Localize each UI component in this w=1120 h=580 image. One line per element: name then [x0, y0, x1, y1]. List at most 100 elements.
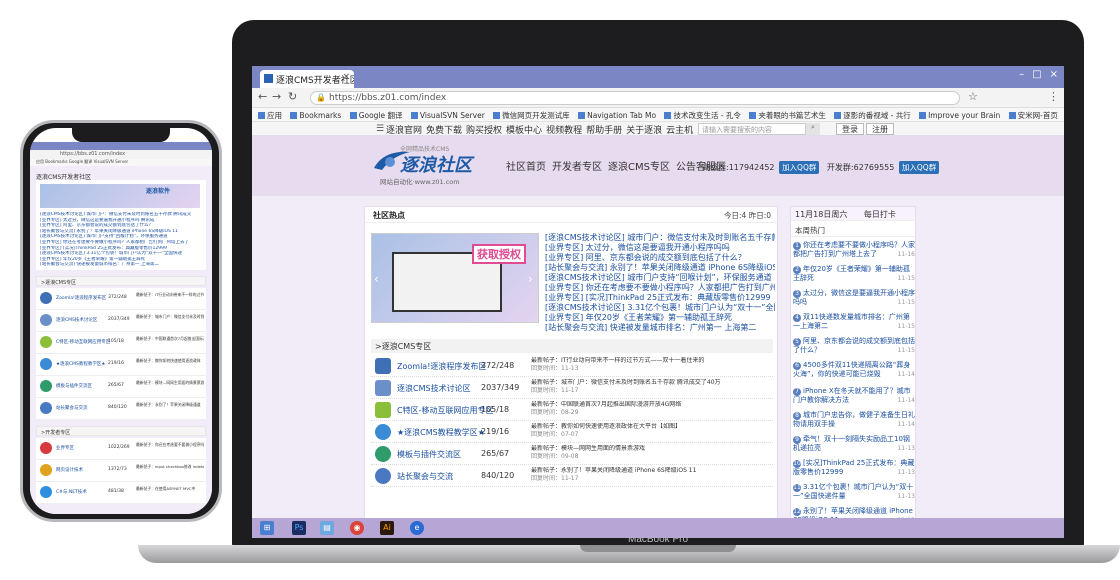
weekly-hot-item[interactable]: 6 4500多件双11快递隔离公路“葬身火海”，你的快递可能已烧毁 11-14	[793, 361, 915, 379]
login-button[interactable]: 登录	[836, 123, 864, 135]
topnav-link[interactable]: 云主机	[666, 126, 693, 136]
forum-name[interactable]: 模板与插件交流区	[397, 449, 461, 460]
weekly-hot-item[interactable]: 3 太过分，微信这是要逼我开通小程序吗吗 11-15	[793, 289, 915, 307]
phone-cms-section-header[interactable]: >逐浪CMS专区	[36, 276, 206, 286]
phone-hot-item[interactable]: [业界专区] 你还在考虑要不要做小程序吗？人家都把广告打到广州塔上去了	[40, 240, 202, 246]
reload-icon[interactable]: ↻	[288, 90, 297, 103]
chrome-icon[interactable]: ◉	[350, 521, 364, 535]
cms-section-header[interactable]: >逐浪CMS专区	[371, 339, 773, 353]
phone-forum-row[interactable]: 站长聚会与交流 840/120 最新帖子：永别了！苹果关闭降级通道	[36, 398, 206, 420]
topnav-link[interactable]: 购买授权	[466, 126, 502, 136]
hot-item[interactable]: [站长聚会与交流] 永别了！苹果关闭降级通道 iPhone 6S降级iOS 11	[545, 263, 775, 273]
forum-name[interactable]: 站长聚会与交流	[397, 471, 453, 482]
checkin-button[interactable]: 每日打卡	[864, 210, 896, 219]
nav-developer[interactable]: 开发者专区	[552, 162, 602, 173]
explorer-icon[interactable]: ▤	[320, 521, 334, 535]
browser-tab[interactable]: 逐浪CMS开发者社区 ×	[260, 70, 354, 88]
weekly-hot-item[interactable]: 7 iPhone X在冬天就不能用了？城市门户教你解决方法 11-14	[793, 387, 915, 405]
phone-url-bar[interactable]: https://bbs.z01.com/index	[30, 150, 212, 159]
bookmark-item[interactable]: 逐影的番视域 - 共行	[834, 110, 911, 121]
hot-item[interactable]: [业界专区] 年仅20岁《王者荣耀》第一辅助孤王辞死	[545, 313, 775, 323]
weekly-hot-item[interactable]: 11 3.31亿个包裹！城市门户认为“双十一”全国快递件量 11-13	[793, 483, 915, 501]
bookmark-item[interactable]: Improve your Brain	[919, 111, 1000, 120]
forum-name[interactable]: 逐浪CMS技术讨论区	[397, 383, 471, 394]
forum-row[interactable]: 站长聚会与交流 840/120 最新帖子：永别了！苹果关闭降级通道 iPhone…	[371, 465, 773, 487]
bookmark-item[interactable]: 安米网-首页	[1008, 110, 1058, 121]
bookmark-item[interactable]: 微信网页开发测试库	[493, 110, 570, 121]
hot-item[interactable]: [业界专区] [实况]ThinkPad 25正式发布：典藏版零售价12999	[545, 293, 775, 303]
phone-hot-item[interactable]: [站长聚会与交流] 快递被发量城市排名：广州第一 上海第二	[40, 262, 202, 268]
topnav-link[interactable]: 帮助手册	[586, 126, 622, 136]
forum-row[interactable]: 模板与插件交流区 265/67 最新帖子：模块—网网生用面的情景票游戏 回复时间：…	[371, 443, 773, 465]
topnav-link[interactable]: 视频教程	[546, 126, 582, 136]
nav-home[interactable]: 社区首页	[506, 162, 546, 173]
hot-item[interactable]: [业界专区] 你还在考虑要不要做小程序吗？人家都把广告打到广州塔上去了	[545, 283, 775, 293]
weekly-hot-item[interactable]: 10 [实况]ThinkPad 25正式发布：典藏版零售价12999 11-13	[793, 459, 915, 477]
bookmark-item[interactable]: Google 翻译	[349, 110, 403, 121]
site-search-input[interactable]: 请输入需要搜索的内容	[698, 123, 806, 135]
menu-icon[interactable]: ☰	[376, 124, 384, 134]
weekly-hot-item[interactable]: 8 城市门户忠告你，做健子准备生日礼物请用双手操 11-14	[793, 411, 915, 429]
weekly-hot-item[interactable]: 4 双11快递数发量城市排名：广州第一上海第二 11-15	[793, 313, 915, 331]
bookmark-item[interactable]: 应用	[258, 110, 282, 121]
forum-name[interactable]: C特区-移动互联网应用专区	[397, 405, 493, 416]
forum-row[interactable]: C特区-移动互联网应用专区 105/18 最新帖子：中国联通首次7月起推出国际漫…	[371, 399, 773, 421]
phone-banner[interactable]	[40, 184, 200, 208]
star-icon[interactable]: ☆	[968, 90, 978, 103]
url-input[interactable]: 🔒 https://bbs.z01.com/index	[310, 91, 960, 105]
hot-item[interactable]: [站长聚会与交流] 快递被发量城市排名：广州第一 上海第二	[545, 323, 775, 333]
forum-name[interactable]: Zoomla!逐浪程序发布区	[397, 361, 486, 372]
bookmark-item[interactable]: 技术改变生活 - 孔令	[664, 110, 741, 121]
hot-item[interactable]: [逐浪CMS技术讨论区] 3.31亿个包裹！城市门户认为“双十一”全国快递	[545, 303, 775, 313]
weekly-hot-item[interactable]: 1 你还在考虑要不要做小程序吗？人家都把广告打到广州塔上去了 11-16	[793, 241, 915, 259]
join-qq-button[interactable]: 加入QQ群	[898, 161, 940, 174]
minimize-icon[interactable]: –	[1019, 69, 1024, 80]
nav-cms[interactable]: 逐浪CMS专区	[608, 162, 670, 173]
forum-name[interactable]: ★逐浪CMS教程教学区★	[397, 427, 485, 438]
hot-item[interactable]: [逐浪CMS技术讨论区] 城市门户：微信支付未及时到账名五千存款 腾讯	[545, 233, 775, 243]
bookmark-item[interactable]: Navigation Tab Mo	[578, 111, 656, 120]
phone-forum-row[interactable]: C#与.NET技术 481/38 最新帖子：在使用ASP.NET MVC中	[36, 482, 206, 504]
ie-icon[interactable]: e	[410, 521, 424, 535]
join-qq-button[interactable]: 加入QQ群	[779, 161, 820, 174]
topnav-link[interactable]: 关于逐浪	[626, 126, 662, 136]
bookmark-item[interactable]: VisualSVN Server	[410, 111, 485, 120]
phone-forum-row[interactable]: Zoomla!逐浪程序发布区 372/248 最新帖子：IT行业动向带来不一样的过节…	[36, 288, 206, 310]
topnav-link[interactable]: 免费下载	[426, 126, 462, 136]
illustrator-icon[interactable]: Ai	[380, 521, 394, 535]
close-window-icon[interactable]: ×	[1050, 69, 1058, 80]
phone-forum-row[interactable]: 逐浪CMS技术讨论区2037/349最新帖子：城市门户：微信支付未及时到账名五千…	[36, 310, 206, 332]
forward-icon[interactable]: →	[272, 90, 281, 103]
weekly-hot-item[interactable]: 2 年仅20岁《王者荣耀》第一辅助孤王辞死 11-15	[793, 265, 915, 283]
hot-item[interactable]: [逐浪CMS技术讨论区] 城市门户支持“回喉计划”，环保服务通道	[545, 273, 775, 283]
phone-forum-row[interactable]: 网页设计技术 1372/73 最新帖子：input checkbox修改 indet…	[36, 460, 206, 482]
phone-forum-row[interactable]: ★逐浪CMS教程教学区★ 219/16 最新帖子：教你如何快速使用逐浪政体	[36, 354, 206, 376]
phone-forum-row[interactable]: C特区-移动互联网应用专区 105/18 最新帖子：中国联通首次7月起推出国际漫游	[36, 332, 206, 354]
search-icon[interactable]: ⌕	[806, 123, 820, 135]
tab-close-icon[interactable]: ×	[342, 72, 350, 82]
forum-row[interactable]: Zoomla!逐浪程序发布区 372/248 最新帖子：IT行业动向带来不一样的…	[371, 355, 773, 377]
hot-item[interactable]: [业界专区] 阿里、京东都会说的成交额到底包括了什么？	[545, 253, 775, 263]
topnav-link[interactable]: 逐浪官网	[386, 126, 422, 136]
site-logo[interactable]: 逐浪社区	[400, 151, 472, 177]
phone-dev-section-header[interactable]: >开发者专区	[36, 426, 206, 436]
bookmark-item[interactable]: 夹着眼的书篇艺术生	[749, 110, 826, 121]
banner-slider[interactable]: 获取授权 ‹ ›	[371, 233, 539, 323]
forum-row[interactable]: 逐浪CMS技术讨论区 2037/349 最新帖子：城市门户：微信支付未及时到账名…	[371, 377, 773, 399]
weekly-hot-item[interactable]: 5 阿里、京东都会说的成交额到底包括了什么？ 11-15	[793, 337, 915, 355]
phone-forum-row[interactable]: 模板与插件交流区 265/67 最新帖子：模块—网网生用面的情景票游戏	[36, 376, 206, 398]
start-icon[interactable]: ⊞	[260, 521, 274, 535]
register-button[interactable]: 注册	[866, 123, 894, 135]
photoshop-icon[interactable]: Ps	[292, 521, 306, 535]
phone-hot-item[interactable]: [逐浪CMS技术讨论区] 3.31亿个包裹！城市门户认为“双十一”全国快递	[40, 251, 202, 257]
slide-next-icon[interactable]: ›	[528, 272, 533, 286]
phone-forum-row[interactable]: 业界专区 1022/269 最新帖子：你还在考虑要不要做小程序吗	[36, 438, 206, 460]
bookmark-item[interactable]: Bookmarks	[290, 111, 341, 120]
weekly-hot-item[interactable]: 9 牵气！双十一刻隔失实励品工10钢机递拉亮 11-13	[793, 435, 915, 453]
hot-item[interactable]: [业界专区] 太过分，微信这是要逼我开通小程序吗吗	[545, 243, 775, 253]
maximize-icon[interactable]: □	[1032, 69, 1041, 80]
browser-menu-icon[interactable]: ⋮	[1048, 90, 1059, 103]
slide-prev-icon[interactable]: ‹	[374, 272, 379, 286]
back-icon[interactable]: ←	[258, 90, 267, 103]
forum-row[interactable]: ★逐浪CMS教程教学区★ 219/16 最新帖子：教你如何快速使用逐浪政体在大平…	[371, 421, 773, 443]
